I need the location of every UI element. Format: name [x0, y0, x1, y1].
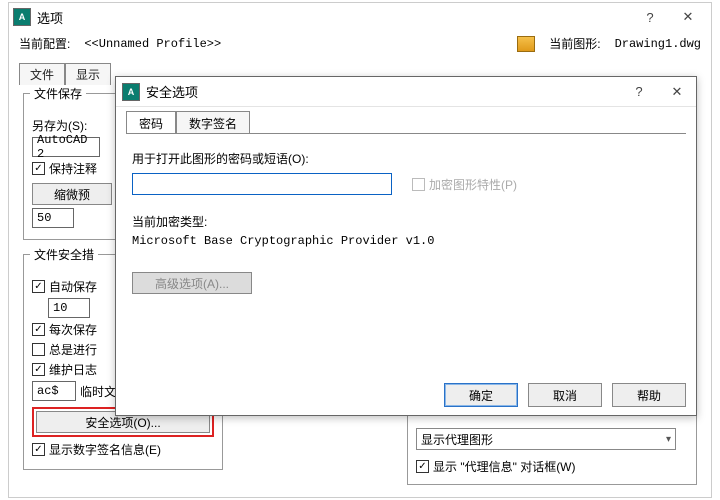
increment-input[interactable]: 50: [32, 208, 74, 228]
current-profile-label: 当前配置:: [19, 35, 70, 52]
always-check-checkbox[interactable]: [32, 343, 45, 356]
chevron-down-icon: ▾: [666, 434, 671, 445]
close-icon[interactable]: ✕: [669, 5, 707, 29]
show-sig-checkbox[interactable]: [32, 443, 45, 456]
help-button[interactable]: 帮助: [612, 383, 686, 407]
proxy-combo[interactable]: 显示代理图形 ▾: [416, 428, 676, 450]
enc-type-value: Microsoft Base Cryptographic Provider v1…: [132, 234, 680, 248]
encrypt-props-label: 加密图形特性(P): [429, 176, 517, 193]
maintain-log-checkbox[interactable]: [32, 363, 45, 376]
security-dialog: A 安全选项 ? ✕ 密码 数字签名 用于打开此图形的密码或短语(O): 加密图…: [115, 76, 697, 416]
backup-each-label: 每次保存: [49, 321, 97, 338]
proxy-dialog-label: 显示 "代理信息" 对话框(W): [433, 458, 576, 475]
save-format-combo[interactable]: AutoCAD 2: [32, 137, 100, 157]
thumbnail-button[interactable]: 缩微预: [32, 183, 112, 205]
enc-type-label: 当前加密类型:: [132, 213, 680, 230]
options-titlebar: A 选项 ? ✕: [9, 3, 711, 31]
keep-annot-checkbox[interactable]: [32, 162, 45, 175]
drawing-icon: [517, 36, 535, 52]
always-check-label: 总是进行: [49, 341, 97, 358]
autosave-label: 自动保存: [49, 278, 97, 295]
tab-password[interactable]: 密码: [126, 111, 176, 133]
tab-display[interactable]: 显示: [65, 63, 111, 85]
app-icon: A: [13, 8, 31, 26]
group-file-save-title: 文件保存: [30, 85, 86, 102]
security-footer: 确定 取消 帮助: [444, 383, 686, 407]
options-title: 选项: [37, 8, 63, 27]
tab-file[interactable]: 文件: [19, 63, 65, 85]
encrypt-props-checkbox: [412, 178, 425, 191]
security-title: 安全选项: [146, 82, 198, 101]
help-icon[interactable]: ?: [620, 80, 658, 104]
security-tabs: 密码 数字签名: [126, 111, 686, 133]
password-label: 用于打开此图形的密码或短语(O):: [132, 150, 680, 167]
current-profile-value: <<Unnamed Profile>>: [84, 37, 221, 51]
backup-each-checkbox[interactable]: [32, 323, 45, 336]
advanced-button: 高级选项(A)...: [132, 272, 252, 294]
group-proxy: 显示代理图形 ▾ 显示 "代理信息" 对话框(W): [407, 407, 697, 485]
options-header-row: 当前配置: <<Unnamed Profile>> 当前图形: Drawing1…: [9, 31, 711, 56]
close-icon[interactable]: ✕: [658, 80, 696, 104]
cancel-button[interactable]: 取消: [528, 383, 602, 407]
show-sig-label: 显示数字签名信息(E): [49, 441, 161, 458]
current-drawing-label: 当前图形:: [549, 35, 600, 52]
save-as-label: 另存为(S):: [32, 117, 87, 134]
group-file-safety-title: 文件安全措: [30, 246, 98, 263]
autosave-checkbox[interactable]: [32, 280, 45, 293]
proxy-combo-value: 显示代理图形: [421, 431, 493, 448]
maintain-log-label: 维护日志: [49, 361, 97, 378]
app-icon: A: [122, 83, 140, 101]
ok-button[interactable]: 确定: [444, 383, 518, 407]
current-drawing-value: Drawing1.dwg: [615, 37, 701, 51]
help-icon[interactable]: ?: [631, 5, 669, 29]
tab-signature[interactable]: 数字签名: [176, 111, 250, 133]
proxy-dialog-checkbox[interactable]: [416, 460, 429, 473]
keep-annot-label: 保持注释: [49, 160, 97, 177]
autosave-minutes-input[interactable]: 10: [48, 298, 90, 318]
password-input[interactable]: [132, 173, 392, 195]
save-format-value: AutoCAD 2: [37, 133, 95, 161]
security-titlebar: A 安全选项 ? ✕: [116, 77, 696, 107]
temp-ext-input[interactable]: ac$: [32, 381, 76, 401]
